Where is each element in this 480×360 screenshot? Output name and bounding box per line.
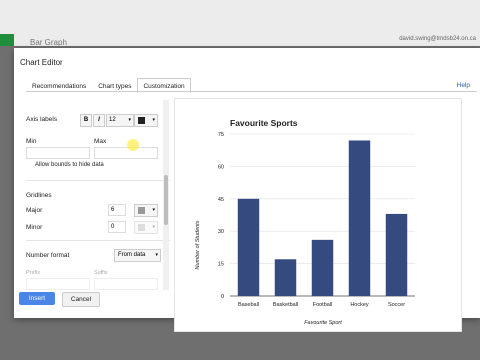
sheets-logo	[0, 34, 14, 46]
text-color-select[interactable]: ▾	[134, 114, 158, 127]
customization-panel: Axis labels B I 12 ▾ ▾ Min Max Allow bou…	[22, 100, 170, 290]
bar[interactable]	[274, 259, 297, 296]
font-size-value: 12	[109, 117, 116, 123]
bold-button[interactable]: B	[80, 114, 92, 127]
y-tick-label: 45	[218, 197, 224, 203]
dialog-title: Chart Editor	[20, 58, 63, 67]
chart-preview: Favourite Sports Number of Students Favo…	[174, 98, 462, 332]
color-swatch	[138, 224, 145, 231]
chart-editor-dialog: Chart Editor Recommendations Chart types…	[14, 48, 480, 332]
y-axis-title: Number of Students	[195, 220, 201, 269]
y-tick-label: 30	[218, 229, 224, 235]
prefix-input[interactable]	[26, 278, 90, 290]
minor-gridline-color-select[interactable]: ▾	[134, 221, 158, 234]
max-input[interactable]	[94, 147, 158, 159]
x-tick-label: Soccer	[388, 302, 405, 308]
mouse-cursor-highlight	[127, 139, 139, 151]
y-tick-label: 0	[221, 294, 224, 300]
x-tick-label: Football	[313, 302, 333, 308]
number-format-value: From data	[118, 252, 146, 258]
y-tick-label: 15	[218, 262, 224, 268]
prefix-label: Prefix	[26, 270, 41, 276]
major-gridline-color-select[interactable]: ▾	[134, 204, 158, 217]
screen: Bar Graph david.swing@tmdsb24.on.ca Char…	[0, 0, 480, 360]
max-label: Max	[94, 138, 107, 145]
number-format-label: Number format	[26, 252, 70, 259]
minor-gridlines-input[interactable]: 0	[108, 221, 126, 233]
color-swatch	[138, 207, 145, 214]
bar-chart: Favourite Sports Number of Students Favo…	[195, 118, 415, 326]
axis-labels-label: Axis labels	[26, 116, 58, 123]
x-axis-title: Favourite Sport	[304, 320, 342, 326]
chevron-down-icon: ▾	[152, 117, 155, 123]
minor-gridlines-label: Minor	[26, 224, 43, 231]
chevron-down-icon: ▾	[152, 207, 155, 213]
divider	[26, 180, 170, 181]
x-tick-label: Hockey	[350, 302, 369, 308]
major-gridlines-label: Major	[26, 207, 43, 214]
bar[interactable]	[311, 239, 334, 296]
bar[interactable]	[237, 198, 260, 296]
chevron-down-icon: ▾	[155, 252, 158, 258]
user-email: david.swing@tmdsb24.on.ca	[399, 36, 476, 42]
divider	[26, 240, 170, 241]
document-title: Bar Graph	[30, 38, 67, 47]
bar[interactable]	[348, 140, 371, 296]
cancel-button[interactable]: Cancel	[62, 292, 100, 307]
help-link[interactable]: Help	[457, 82, 470, 89]
major-gridlines-input[interactable]: 6	[108, 204, 126, 216]
suffix-label: Suffix	[94, 270, 108, 276]
scrollbar-thumb[interactable]	[164, 175, 168, 225]
min-input[interactable]	[26, 147, 90, 159]
x-tick-label: Baseball	[238, 302, 259, 308]
color-swatch	[138, 117, 145, 124]
font-size-select[interactable]: 12 ▾	[106, 114, 134, 127]
suffix-input[interactable]	[94, 278, 158, 290]
y-tick-label: 60	[218, 164, 224, 170]
chevron-down-icon: ▾	[152, 224, 155, 230]
italic-button[interactable]: I	[93, 114, 105, 127]
chart-title: Favourite Sports	[230, 118, 298, 128]
tab-divider	[26, 91, 477, 92]
y-tick-label: 75	[218, 132, 224, 138]
allow-bounds-checkbox-label[interactable]: Allow bounds to hide data	[35, 162, 104, 168]
chevron-down-icon: ▾	[128, 117, 131, 123]
gridlines-label: Gridlines	[26, 192, 52, 199]
bar[interactable]	[385, 213, 408, 296]
insert-button[interactable]: Insert	[19, 292, 55, 305]
number-format-select[interactable]: From data ▾	[114, 249, 161, 262]
x-tick-label: Basketball	[273, 302, 298, 308]
min-label: Min	[26, 138, 37, 145]
